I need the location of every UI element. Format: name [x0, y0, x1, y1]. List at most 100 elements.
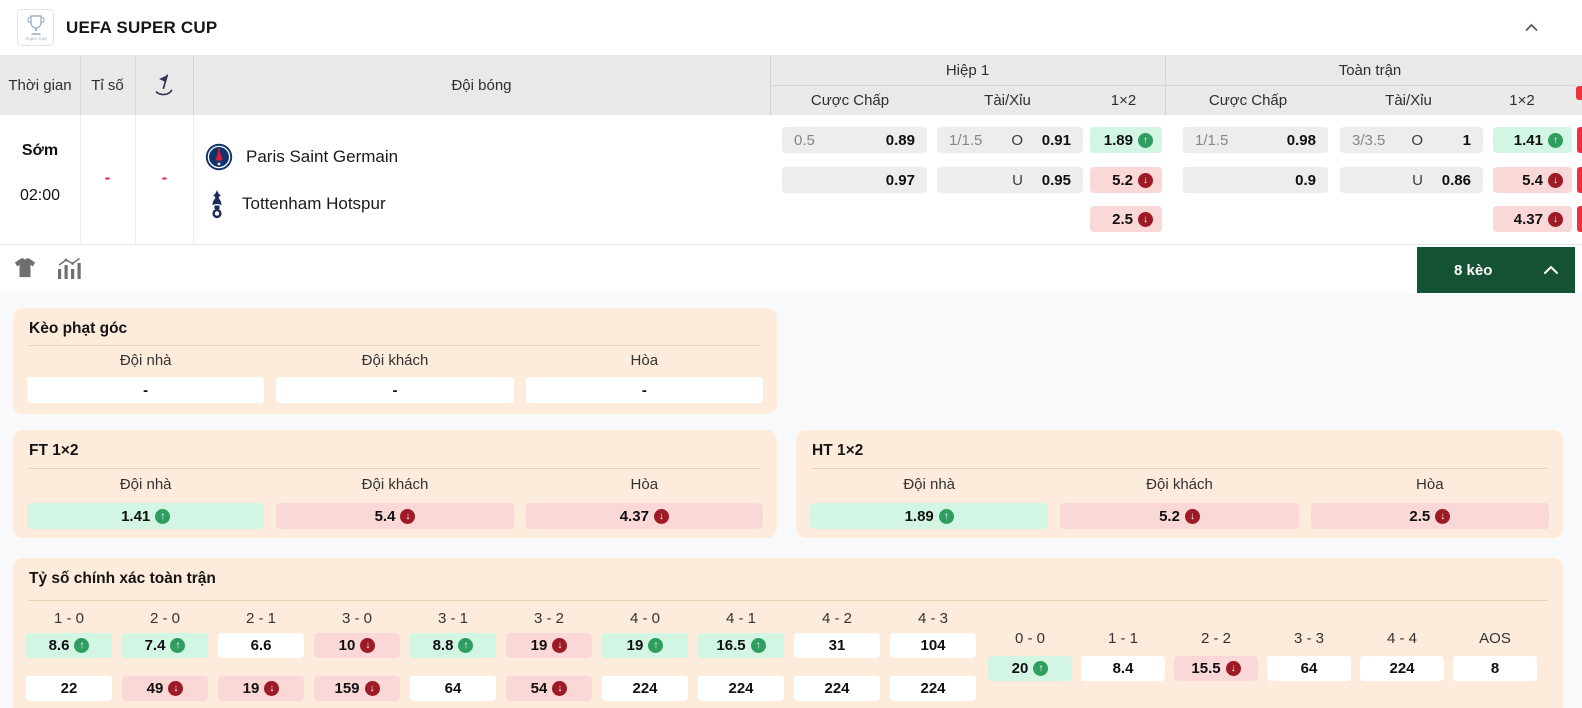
score-odds[interactable]: 49 ↓	[122, 676, 208, 701]
odds-value: 5.4	[374, 507, 396, 525]
score-odds[interactable]: 19 ↓	[506, 633, 592, 658]
header-home: Đội nhà	[119, 476, 172, 493]
match-time: 02:00	[19, 187, 61, 204]
h1-handicap-home-odds[interactable]: 0.5 0.89	[782, 127, 927, 153]
score-odds[interactable]: 224	[890, 676, 976, 701]
ft-home-odds[interactable]: 1.41 ↑	[27, 503, 265, 529]
score-column: 3 - 1 8.8 ↑ 64	[410, 610, 496, 701]
odds-value: 7.4	[144, 637, 166, 654]
score-odds[interactable]: 20 ↑	[988, 656, 1072, 681]
score-odds[interactable]: 16.5 ↑	[698, 633, 784, 658]
score-odds[interactable]: 224	[602, 676, 688, 701]
score-odds[interactable]: 64	[410, 676, 496, 701]
psg-logo	[205, 143, 233, 171]
odds-value: 22	[60, 680, 78, 697]
col-header-score: Tỉ số	[91, 76, 124, 94]
ft-over-odds[interactable]: 3/3.5 O 1	[1340, 127, 1483, 153]
corner-placeholder: -	[161, 168, 168, 187]
more-column-indicator	[1577, 206, 1582, 232]
odds-value: 8.8	[432, 637, 454, 654]
away-team[interactable]: Tottenham Hotspur	[205, 188, 386, 220]
stats-button[interactable]	[56, 257, 83, 286]
ft-under-odds[interactable]: U 0.86	[1340, 167, 1483, 193]
score-odds[interactable]: 54 ↓	[506, 676, 592, 701]
odds-value: 0.98	[1286, 131, 1316, 149]
ft-1x2-draw-odds[interactable]: 4.37 ↓	[1493, 206, 1572, 232]
h1-1x2-draw-odds[interactable]: 2.5 ↓	[1090, 206, 1162, 232]
ft-handicap-home-odds[interactable]: 1/1.5 0.98	[1183, 127, 1328, 153]
score-header: 0 - 0	[1014, 630, 1045, 647]
score-odds[interactable]: 15.5 ↓	[1174, 656, 1258, 681]
h1-under-odds[interactable]: U 0.95	[937, 167, 1083, 193]
score-odds[interactable]: 104	[890, 633, 976, 658]
score-odds[interactable]: 22	[26, 676, 112, 701]
over-label: O	[1411, 131, 1423, 149]
score-odds[interactable]: 8.8 ↑	[410, 633, 496, 658]
score-odds[interactable]: 10 ↓	[314, 633, 400, 658]
score-odds[interactable]: 224	[698, 676, 784, 701]
divider	[770, 85, 1575, 86]
more-column-indicator	[1577, 127, 1582, 153]
sub-header-h1-handicap: Cược Chấp	[810, 91, 890, 109]
more-column-indicator	[1577, 167, 1582, 193]
h1-1x2-home-odds[interactable]: 1.89 ↑	[1090, 127, 1162, 153]
tottenham-logo	[212, 190, 222, 219]
score-column: 4 - 3 104 224	[890, 610, 976, 701]
ht-draw-odds[interactable]: 2.5 ↓	[1310, 503, 1549, 529]
h1-1x2-away-odds[interactable]: 5.2 ↓	[1090, 167, 1162, 193]
away-team-name[interactable]: Tottenham Hotspur	[242, 194, 386, 214]
score-odds[interactable]: 19 ↓	[218, 676, 304, 701]
divider	[193, 115, 194, 244]
odds-count-toggle-button[interactable]: 8 kèo	[1417, 247, 1575, 293]
home-team[interactable]: Paris Saint Germain	[205, 141, 398, 173]
ft-away-odds[interactable]: 5.4 ↓	[276, 503, 514, 529]
score-column: 4 - 1 16.5 ↑ 224	[698, 610, 784, 701]
match-phase: Sớm	[21, 142, 59, 159]
corner-home-odds[interactable]: -	[27, 377, 265, 403]
score-odds[interactable]: 31	[794, 633, 880, 658]
odds-value: 0.86	[1441, 171, 1471, 189]
h1-handicap-away-odds[interactable]: 0.97	[782, 167, 927, 193]
score-odds[interactable]: 6.6	[218, 633, 304, 658]
score-odds[interactable]: 224	[1360, 656, 1444, 681]
trend-down-icon: ↓	[1435, 508, 1451, 524]
score-header: 4 - 4	[1386, 630, 1417, 647]
chevron-up-icon	[1544, 265, 1558, 274]
corner-away-odds[interactable]: -	[276, 377, 514, 403]
under-label: U	[1412, 171, 1423, 189]
odds-value: 224	[1389, 660, 1415, 677]
score-odds[interactable]: 8.4	[1081, 656, 1165, 681]
odds-value: 64	[444, 680, 462, 697]
panel-cells: 1.89 ↑ 5.2 ↓ 2.5 ↓	[810, 503, 1549, 529]
odds-value: 224	[728, 680, 754, 697]
ht-away-odds[interactable]: 5.2 ↓	[1060, 503, 1299, 529]
score-odds[interactable]: 7.4 ↑	[122, 633, 208, 658]
corner-draw-odds[interactable]: -	[525, 377, 763, 403]
odds-value: 64	[1300, 660, 1318, 677]
trend-up-icon: ↑	[1033, 661, 1049, 676]
sub-header-h1-1x2: 1×2	[1110, 91, 1137, 109]
ft-handicap-away-odds[interactable]: 0.9	[1183, 167, 1328, 193]
score-odds[interactable]: 8	[1453, 656, 1537, 681]
odds-value: 1	[1462, 131, 1471, 149]
trend-up-icon: ↑	[1548, 132, 1563, 148]
lineup-button[interactable]	[14, 257, 36, 284]
ft-draw-odds[interactable]: 4.37 ↓	[525, 503, 763, 529]
panel-title: Kèo phạt góc	[29, 320, 128, 337]
ft-1x2-home-odds[interactable]: 1.41 ↑	[1493, 127, 1572, 153]
score-odds[interactable]: 19 ↑	[602, 633, 688, 658]
score-header: 4 - 2	[821, 610, 852, 627]
score-odds[interactable]: 224	[794, 676, 880, 701]
score-header: 3 - 2	[533, 610, 564, 627]
h1-over-odds[interactable]: 1/1.5 O 0.91	[937, 127, 1083, 153]
ht-home-odds[interactable]: 1.89 ↑	[810, 503, 1049, 529]
score-columns: 1 - 0 8.6 ↑ 22 2 - 0 7.4 ↑ 49 ↓ 2 - 1 6.6 1…	[26, 610, 976, 701]
ft-1x2-away-odds[interactable]: 5.4 ↓	[1493, 167, 1572, 193]
score-odds[interactable]: 159 ↓	[314, 676, 400, 701]
score-odds[interactable]: 64	[1267, 656, 1351, 681]
odds-value: 15.5	[1191, 660, 1221, 677]
collapse-league-button[interactable]	[1523, 19, 1540, 41]
score-odds[interactable]: 8.6 ↑	[26, 633, 112, 658]
sub-header-h1-overunder: Tài/Xỉu	[984, 91, 1031, 109]
home-team-name[interactable]: Paris Saint Germain	[246, 147, 398, 167]
